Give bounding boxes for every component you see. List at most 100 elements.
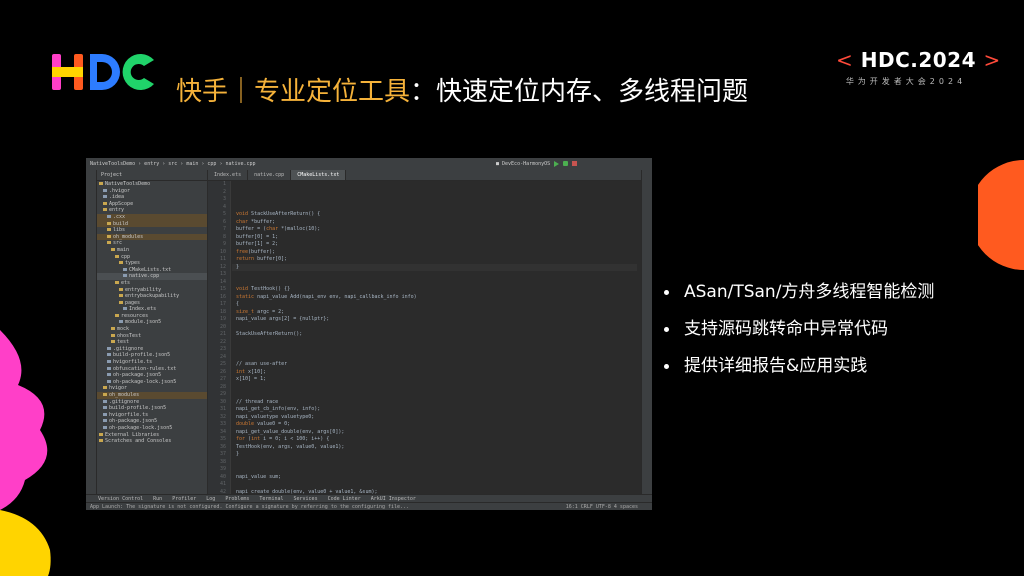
deco-orange-shape (978, 160, 1024, 270)
tree-item[interactable]: native.cpp (97, 273, 207, 280)
tool-window-button[interactable]: ArkUI Inspector (371, 495, 416, 502)
tree-item[interactable]: AppScope (97, 201, 207, 208)
folder-icon (99, 182, 103, 185)
run-icon[interactable] (554, 160, 560, 167)
line-number: 24 (219, 353, 226, 360)
tree-item-label: .cxx (113, 213, 126, 220)
status-message: App Launch: The signature is not configu… (90, 504, 410, 510)
editor-tab[interactable]: native.cpp (248, 170, 292, 180)
tool-window-button[interactable]: Code Linter (328, 495, 361, 502)
tree-item[interactable]: test (97, 339, 207, 346)
tree-item[interactable]: Index.ets (97, 306, 207, 313)
tool-window-button[interactable]: Terminal (259, 495, 283, 502)
code-line: 10 free(buffer); (220, 249, 637, 257)
tree-item-label: module.json5 (125, 319, 162, 326)
tree-item[interactable]: mock (97, 326, 207, 333)
left-tool-strip[interactable] (86, 170, 97, 494)
tree-item-label: resources (121, 312, 149, 319)
tree-item[interactable]: entryability (97, 287, 207, 294)
tree-item[interactable]: CMakeLists.txt (97, 267, 207, 274)
tree-item[interactable]: pages (97, 300, 207, 307)
tree-item[interactable]: build-profile.json5 (97, 405, 207, 412)
project-panel-header[interactable]: Project (97, 170, 207, 181)
tree-item[interactable]: NativeToolsDemo (97, 181, 207, 188)
folder-icon (107, 221, 111, 225)
tree-item[interactable]: .idea (97, 194, 207, 201)
tree-item[interactable]: oh_modules (97, 233, 207, 241)
tool-window-button[interactable]: Problems (225, 495, 249, 502)
breadcrumb[interactable]: NativeToolsDemo › entry › src › main › c… (90, 161, 256, 167)
cursor-position[interactable]: 16:1 CRLF UTF-8 4 spaces (566, 504, 638, 510)
tree-item[interactable]: .hvigor (97, 188, 207, 195)
tree-item[interactable]: oh-package-lock.json5 (97, 379, 207, 386)
code-line: 32 napi_valuetype valuetype0; (220, 414, 637, 422)
tool-window-button[interactable]: Log (206, 495, 215, 502)
deco-pink-flower (0, 330, 48, 510)
line-number: 36 (219, 443, 226, 450)
tree-item[interactable]: entrybackupability (97, 293, 207, 300)
tree-item[interactable]: ets (97, 280, 207, 287)
tree-item-label: CMakeLists.txt (129, 266, 172, 273)
tree-item[interactable]: Scratches and Consoles (97, 438, 207, 445)
tree-item[interactable]: hvigor (97, 385, 207, 392)
tree-item[interactable]: module.json5 (97, 319, 207, 326)
line-number: 37 (219, 451, 226, 457)
code-text: buffer = (char *)malloc(10); (236, 226, 321, 232)
tree-item[interactable]: .gitignore (97, 346, 207, 353)
line-number: 10 (219, 248, 226, 255)
tree-item[interactable]: .gitignore (97, 399, 207, 406)
tool-window-button[interactable]: Services (294, 495, 318, 502)
tool-window-button[interactable]: Profiler (172, 495, 196, 502)
folder-icon (103, 393, 107, 396)
editor-tab[interactable]: CMakeLists.txt (291, 170, 347, 180)
tree-item[interactable]: resources (97, 313, 207, 320)
code-text: } (236, 263, 240, 270)
folder-icon (103, 406, 107, 410)
folder-icon (107, 379, 111, 383)
run-config-select[interactable]: ■ DevEco-HarmonyOS (496, 161, 550, 167)
tree-item[interactable]: oh_modules (97, 392, 207, 399)
line-number: 4 (222, 203, 226, 210)
debug-icon[interactable] (563, 161, 569, 166)
tree-item[interactable]: build-profile.json5 (97, 352, 207, 359)
tree-item[interactable]: build (97, 220, 207, 228)
right-tool-strip[interactable] (641, 170, 652, 494)
folder-icon (107, 214, 111, 218)
tree-item[interactable]: src (97, 240, 207, 247)
tree-item-label: native.cpp (129, 273, 160, 280)
tree-item[interactable]: main (97, 247, 207, 254)
tree-item[interactable]: obfuscation-rules.txt (97, 366, 207, 373)
tree-item[interactable]: External Libraries (97, 432, 207, 439)
code-area[interactable]: 1 2 3 4 5 void StackUseAfterReturn() {6 char … (220, 181, 637, 494)
tree-item[interactable]: oh-package.json5 (97, 372, 207, 379)
line-number: 15 (219, 286, 226, 292)
tree-item[interactable]: oh-package.json5 (97, 418, 207, 425)
code-line: 25 // asan use-after (220, 361, 637, 369)
tree-item[interactable]: .cxx (97, 213, 207, 221)
folder-icon (103, 208, 107, 212)
editor-tab[interactable]: Index.ets (208, 170, 249, 180)
folder-icon (103, 399, 107, 403)
tree-item[interactable]: libs (97, 227, 207, 234)
tree-item[interactable]: hvigorfile.ts (97, 359, 207, 366)
stop-icon[interactable] (572, 161, 578, 166)
code-line: 18 size_t argc = 2; (220, 309, 637, 317)
line-number: 41 (219, 481, 226, 487)
bracket-right: > (983, 48, 1001, 72)
tool-window-button[interactable]: Version Control (98, 495, 143, 502)
tree-item[interactable]: cpp (97, 254, 207, 261)
tool-window-button[interactable]: Run (153, 495, 162, 502)
folder-icon (119, 300, 123, 304)
feature-text: 提供详细报告&应用实践 (684, 356, 868, 376)
line-number: 22 (219, 338, 226, 345)
tree-item-label: entryability (125, 286, 162, 293)
code-text: x[10] = 1; (236, 376, 267, 382)
tree-item[interactable]: oh-package-lock.json5 (97, 425, 207, 432)
folder-icon (99, 432, 103, 436)
tree-item[interactable]: hvigorfile.ts (97, 412, 207, 419)
line-number: 9 (222, 241, 226, 247)
tree-item-label: .idea (109, 194, 125, 201)
tree-item[interactable]: ohosTest (97, 333, 207, 340)
tree-item[interactable]: types (97, 260, 207, 267)
tree-item[interactable]: entry (97, 207, 207, 214)
